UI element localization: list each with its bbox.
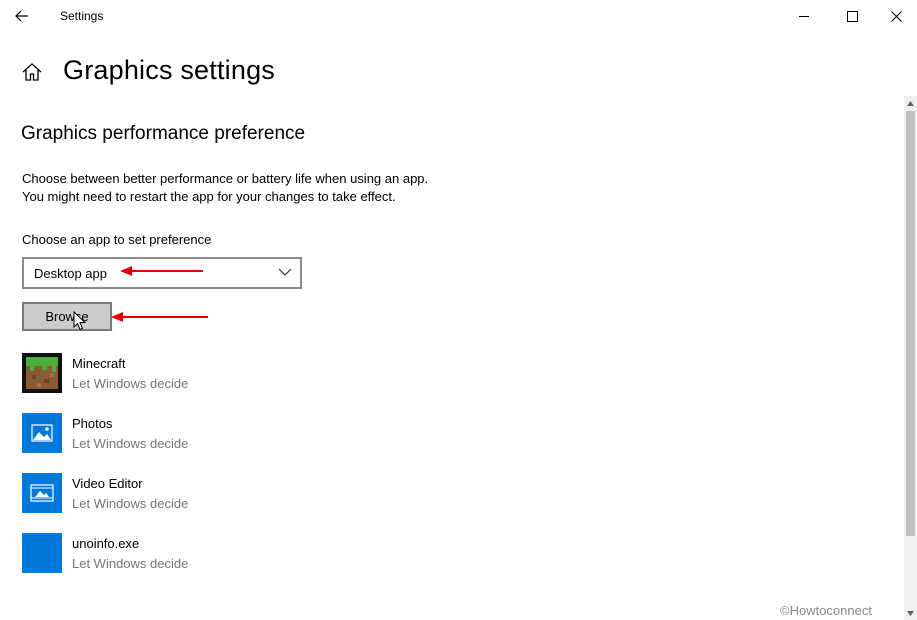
app-name: Minecraft: [72, 356, 126, 371]
mouse-cursor-icon: [73, 311, 87, 331]
browse-button[interactable]: Browse: [22, 302, 112, 331]
caret-up-icon: [907, 100, 914, 106]
annotation-arrow-browse: [111, 312, 208, 322]
watermark: ©Howtoconnect: [780, 603, 872, 618]
minimize-button[interactable]: [781, 0, 827, 32]
back-button[interactable]: [8, 2, 36, 30]
caret-down-icon: [907, 610, 914, 616]
app-list-item-minecraft[interactable]: Minecraft Let Windows decide: [22, 353, 422, 395]
app-preference: Let Windows decide: [72, 436, 189, 451]
vertical-scrollbar[interactable]: [904, 96, 917, 620]
maximize-icon: [846, 10, 858, 22]
close-button[interactable]: [873, 0, 917, 32]
description-line-2: You might need to restart the app for yo…: [22, 189, 396, 204]
video-editor-icon: [22, 473, 62, 513]
minimize-icon: [798, 15, 809, 17]
scroll-up-button[interactable]: [904, 96, 917, 110]
section-title: Graphics performance preference: [21, 123, 306, 144]
description-line-1: Choose between better performance or bat…: [22, 171, 429, 186]
app-preference: Let Windows decide: [72, 556, 189, 571]
scroll-down-button[interactable]: [904, 606, 917, 620]
annotation-arrow-dropdown: [120, 266, 203, 276]
app-name: Video Editor: [72, 476, 143, 491]
window-title: Settings: [60, 9, 104, 23]
app-preference: Let Windows decide: [72, 496, 189, 511]
exe-icon: [22, 533, 62, 573]
chevron-down-icon: [278, 268, 292, 276]
app-preference: Let Windows decide: [72, 376, 189, 391]
app-list-item-video-editor[interactable]: Video Editor Let Windows decide: [22, 473, 422, 515]
choose-app-label: Choose an app to set preference: [22, 232, 212, 247]
page-title: Graphics settings: [63, 55, 275, 85]
title-bar: Settings: [0, 0, 917, 32]
app-type-selected: Desktop app: [34, 266, 107, 281]
app-list-item-unoinfo[interactable]: unoinfo.exe Let Windows decide: [22, 533, 422, 575]
minecraft-icon: [22, 353, 62, 393]
close-icon: [890, 10, 902, 22]
app-name: Photos: [72, 416, 113, 431]
photos-icon: [22, 413, 62, 453]
scrollbar-thumb[interactable]: [906, 111, 915, 536]
maximize-button[interactable]: [829, 0, 875, 32]
arrow-left-icon: [15, 10, 28, 22]
home-icon[interactable]: [21, 61, 43, 83]
app-list-item-photos[interactable]: Photos Let Windows decide: [22, 413, 422, 455]
app-name: unoinfo.exe: [72, 536, 140, 551]
